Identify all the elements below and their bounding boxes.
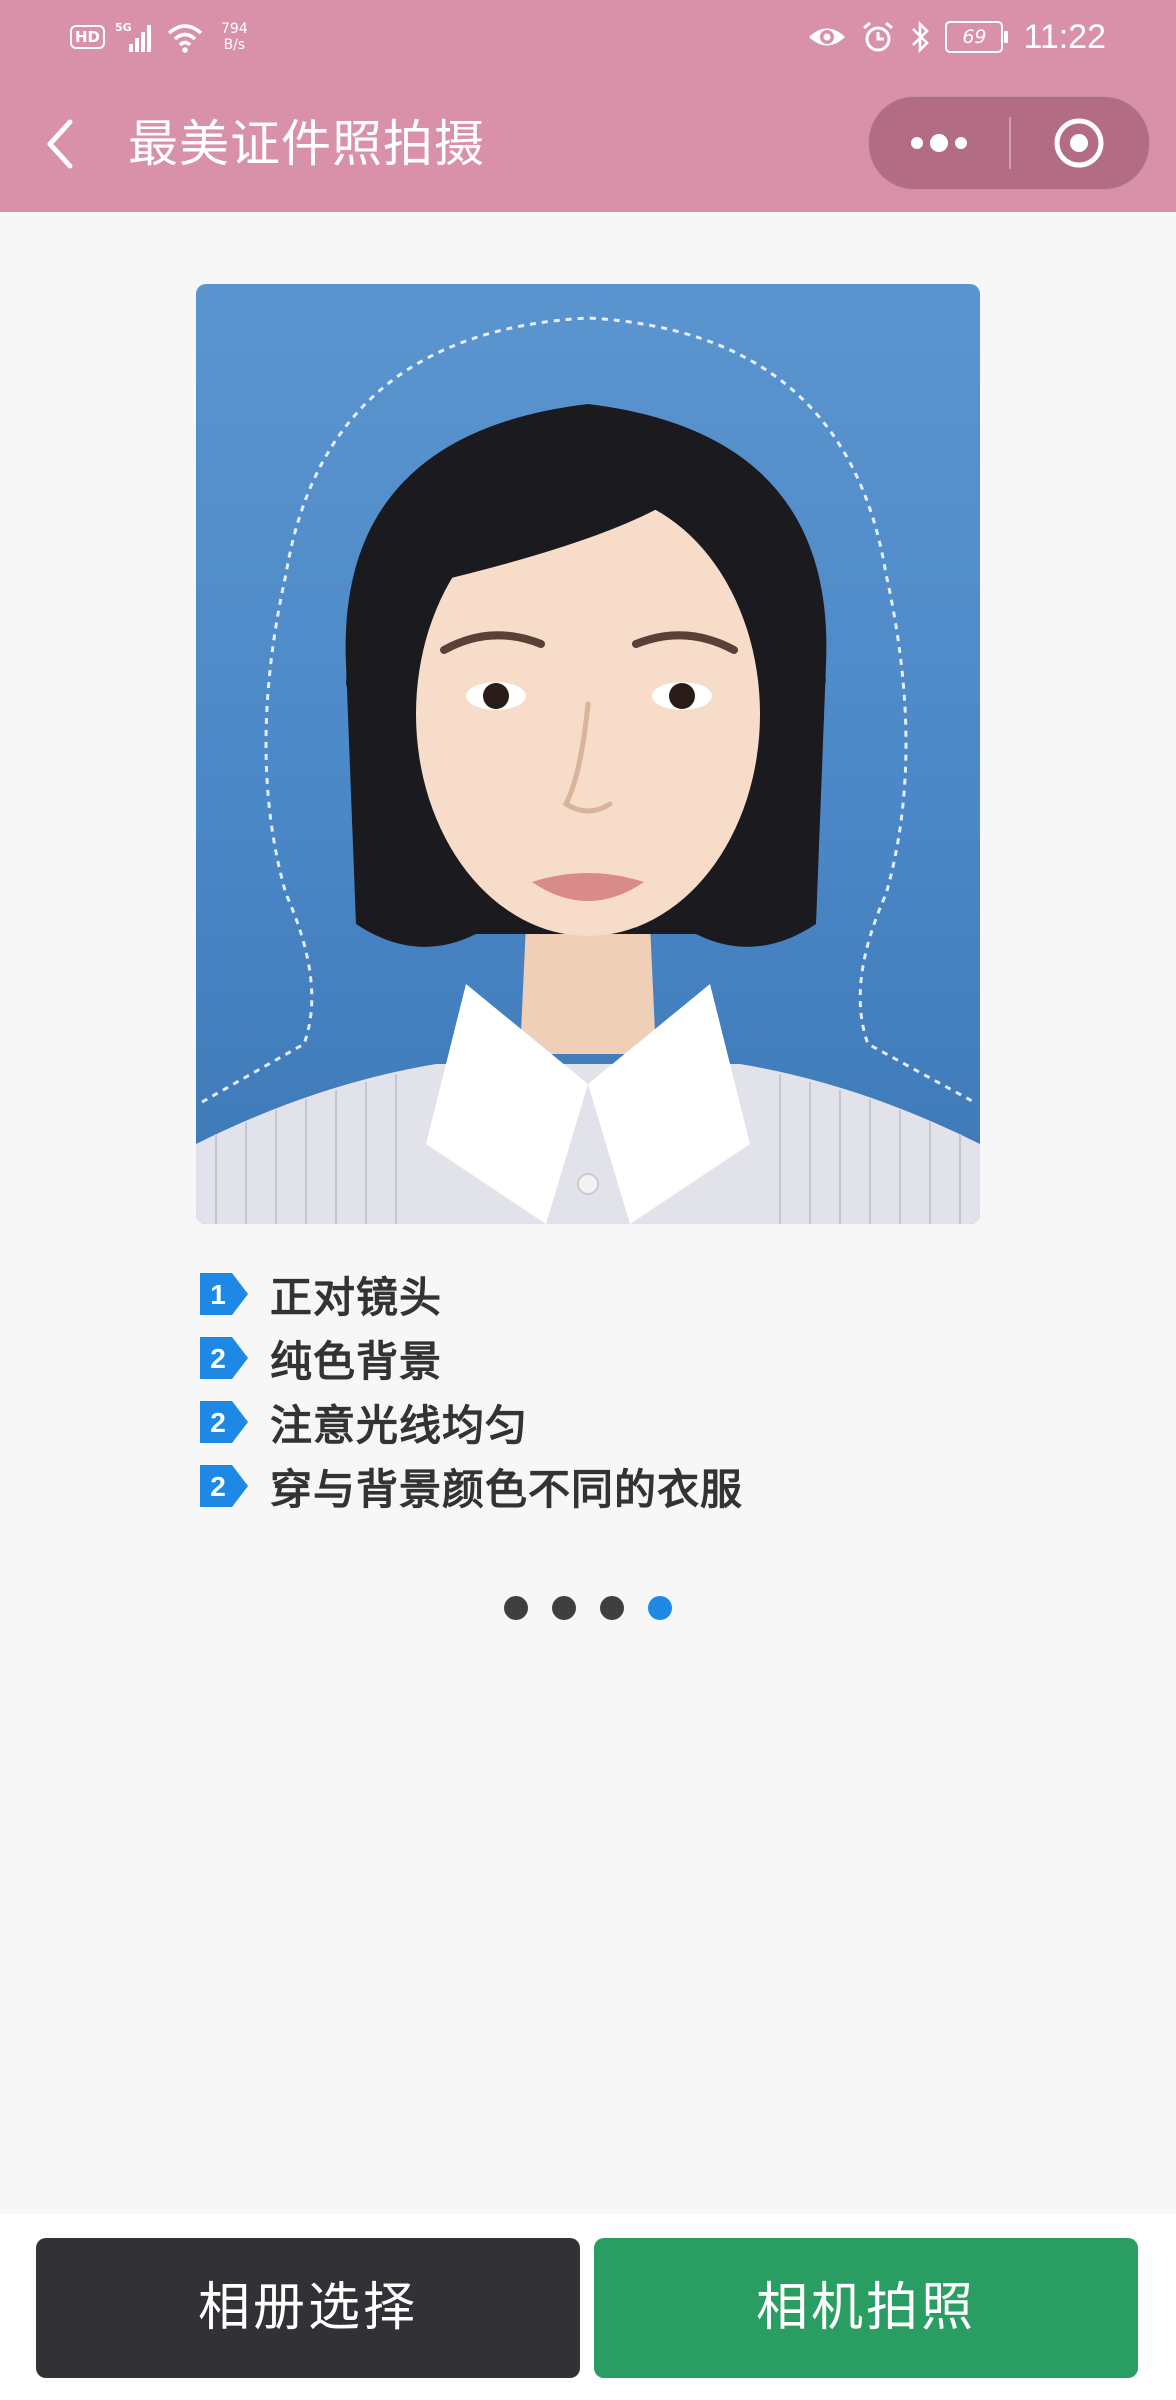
tip-item: 2 穿与背景颜色不同的衣服 xyxy=(194,1454,743,1518)
mini-program-capsule xyxy=(868,96,1150,190)
take-photo-button[interactable]: 相机拍照 xyxy=(594,2238,1138,2378)
network-speed-value: 794 xyxy=(221,21,248,37)
nav-bar: 最美证件照拍摄 xyxy=(0,72,1176,212)
close-button[interactable] xyxy=(1010,97,1149,189)
tip-text: 正对镜头 xyxy=(270,1272,443,1322)
number-badge-icon: 1 xyxy=(200,1273,248,1315)
photo-tips-list: 1 正对镜头 2 纯色背景 2 注意光线均匀 2 穿与背景颜色不同的衣服 xyxy=(194,1262,743,1518)
bluetooth-icon xyxy=(912,20,930,54)
tip-item: 2 注意光线均匀 xyxy=(194,1390,743,1454)
number-badge-icon: 2 xyxy=(200,1465,248,1507)
number-badge-icon: 2 xyxy=(200,1401,248,1443)
tip-text: 纯色背景 xyxy=(270,1336,443,1386)
target-close-icon xyxy=(1054,118,1104,168)
carousel-indicator xyxy=(504,1596,672,1620)
sample-id-photo xyxy=(196,284,980,1224)
svg-text:5G: 5G xyxy=(115,21,132,34)
network-speed-unit: B/s xyxy=(223,37,246,53)
back-button[interactable] xyxy=(40,116,90,172)
tip-item: 2 纯色背景 xyxy=(194,1326,743,1390)
signal-icon: 5G xyxy=(115,21,152,52)
svg-text:2: 2 xyxy=(210,1471,226,1502)
carousel-dot[interactable] xyxy=(600,1596,624,1620)
page-title: 最美证件照拍摄 xyxy=(128,115,485,173)
carousel-dot-active[interactable] xyxy=(648,1596,672,1620)
choose-from-album-button[interactable]: 相册选择 xyxy=(36,2238,580,2378)
svg-text:1: 1 xyxy=(210,1279,226,1310)
portrait-illustration xyxy=(196,316,980,1224)
eye-icon xyxy=(809,28,846,46)
more-dots-icon xyxy=(911,134,967,152)
status-bar: HD 5G 794 B/s 69 11:22 xyxy=(0,0,1176,72)
more-button[interactable] xyxy=(869,97,1009,189)
status-time: 11:22 xyxy=(1023,17,1106,56)
wifi-icon xyxy=(167,24,203,53)
svg-text:2: 2 xyxy=(210,1407,226,1438)
tip-item: 1 正对镜头 xyxy=(194,1262,743,1326)
number-badge-icon: 2 xyxy=(200,1337,248,1379)
tip-text: 注意光线均匀 xyxy=(270,1400,529,1450)
status-right: 69 11:22 xyxy=(807,12,1106,62)
tip-text: 穿与背景颜色不同的衣服 xyxy=(270,1464,744,1514)
network-speed: 794 B/s xyxy=(221,21,248,53)
chevron-left-icon xyxy=(47,119,73,169)
bottom-action-bar: 相册选择 相机拍照 xyxy=(0,2214,1176,2400)
svg-text:2: 2 xyxy=(210,1343,226,1374)
carousel-dot[interactable] xyxy=(504,1596,528,1620)
alarm-icon xyxy=(863,21,894,52)
status-left: HD 5G 794 B/s xyxy=(70,12,248,62)
carousel-dot[interactable] xyxy=(552,1596,576,1620)
battery-icon: 69 xyxy=(945,21,1009,53)
hd-badge: HD xyxy=(70,25,106,49)
